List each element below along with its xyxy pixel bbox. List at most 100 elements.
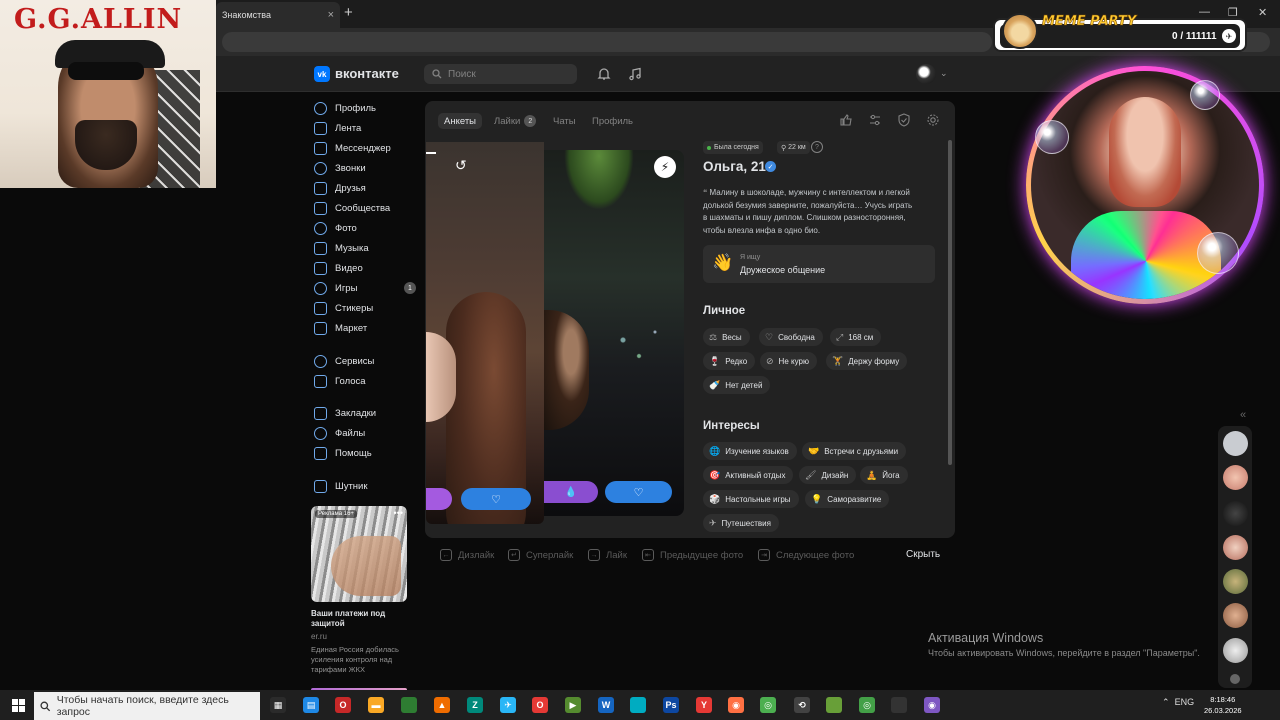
address-field[interactable] <box>222 32 992 52</box>
photoshop-icon[interactable]: Ps <box>663 697 679 713</box>
app-icon[interactable]: ▶ <box>565 697 581 713</box>
tab-profiles[interactable]: Анкеты <box>438 113 482 129</box>
sidebar-item-friends[interactable]: Друзья <box>314 178 366 198</box>
word-icon[interactable]: W <box>598 697 614 713</box>
profile-card-previous[interactable] <box>426 142 544 524</box>
music-player-icon[interactable] <box>628 67 642 81</box>
friend-avatar[interactable] <box>1223 535 1248 560</box>
sidebar-item-video[interactable]: Видео <box>314 258 363 278</box>
notifications-bell-icon[interactable] <box>597 67 611 81</box>
windows-start-icon[interactable] <box>12 699 25 712</box>
opera-icon[interactable]: O <box>335 697 351 713</box>
language-indicator[interactable]: ⌃ ENG <box>1162 697 1194 708</box>
sidebar-item-phone[interactable]: Звонки <box>314 158 366 178</box>
filters-icon[interactable] <box>868 113 882 127</box>
like-button[interactable]: ♡ <box>461 488 531 510</box>
sidebar-item-files[interactable]: Файлы <box>314 423 365 443</box>
yandex-icon[interactable]: Y <box>696 697 712 713</box>
up-chevron-icon[interactable]: ⌃ <box>1162 697 1170 707</box>
tag-chip: 🖌 Дизайн <box>799 466 857 484</box>
bubble-decoration <box>1035 120 1069 154</box>
friend-avatar[interactable] <box>1223 431 1248 456</box>
boost-bolt-icon[interactable]: ⚡ <box>654 156 676 178</box>
shield-check-icon[interactable] <box>897 113 911 127</box>
ad-url[interactable]: er.ru <box>311 632 327 641</box>
ad-menu-icon[interactable]: ••• <box>394 508 403 518</box>
hide-hints-button[interactable]: Скрыть <box>906 549 940 560</box>
settings-gear-icon[interactable] <box>926 113 940 127</box>
tag-chip: ⚖ Весы <box>703 328 750 346</box>
like-button-card[interactable]: ♡ <box>605 481 672 503</box>
sidebar-item-label: Помощь <box>335 447 372 459</box>
chevron-down-icon[interactable]: ⌄ <box>940 68 948 79</box>
tag-icon: 🤝 <box>808 445 820 456</box>
browser-tab[interactable]: Знакомства × <box>216 2 340 28</box>
app-icon[interactable] <box>401 697 417 713</box>
app-icon[interactable] <box>891 697 907 713</box>
chrome-icon[interactable]: ◎ <box>760 697 776 713</box>
vk-brand-name[interactable]: вконтакте <box>335 66 399 81</box>
ad-title[interactable]: Ваши платежи под защитой <box>311 609 411 629</box>
bio-text: Малину в шоколаде, мужчину с интеллектом… <box>703 188 913 235</box>
user-avatar[interactable] <box>916 64 936 84</box>
minimize-button[interactable]: — <box>1199 6 1210 18</box>
tab-chats[interactable]: Чаты <box>553 113 576 129</box>
chrome-icon[interactable]: ◎ <box>859 697 875 713</box>
app-icon[interactable] <box>826 697 842 713</box>
sidebar-item-chat[interactable]: Мессенджер <box>314 138 391 158</box>
app-icon[interactable] <box>630 697 646 713</box>
sidebar-item-services[interactable]: Сервисы <box>314 351 374 371</box>
discord-icon[interactable]: ◉ <box>924 697 940 713</box>
app-icon[interactable]: ⟲ <box>794 697 810 713</box>
superlike-button-partial[interactable] <box>426 488 452 510</box>
close-window-button[interactable]: ✕ <box>1258 6 1267 19</box>
sidebar-item-groups[interactable]: Сообщества <box>314 198 390 218</box>
games-count-badge: 1 <box>404 282 416 294</box>
sidebar-item-feed[interactable]: Лента <box>314 118 361 138</box>
sidebar-item-user-circle[interactable]: Профиль <box>314 98 376 118</box>
task-view-icon[interactable]: ▦ <box>270 697 286 713</box>
panel-scrollbar[interactable] <box>948 140 952 465</box>
new-tab-button[interactable]: + <box>344 4 353 21</box>
sidebar-item-games[interactable]: Игры <box>314 278 357 298</box>
tab-profile[interactable]: Профиль <box>592 113 633 129</box>
feed-icon <box>314 121 327 135</box>
app-icon[interactable]: Z <box>467 697 483 713</box>
profile-card-photo[interactable] <box>544 150 684 516</box>
superlike-button[interactable]: 💧 <box>544 481 598 503</box>
sidebar-item-help[interactable]: Помощь <box>314 443 372 463</box>
vlc-icon[interactable]: ▲ <box>434 697 450 713</box>
ad-image[interactable]: Реклама 16+ ••• <box>311 506 407 602</box>
search-input[interactable]: Поиск <box>424 64 577 84</box>
friend-avatar[interactable] <box>1223 638 1248 663</box>
sidebar-item-community[interactable]: Шутник <box>314 476 368 496</box>
telegram-icon[interactable]: ✈ <box>500 697 516 713</box>
friend-avatar[interactable] <box>1223 569 1248 594</box>
firefox-icon[interactable]: ◉ <box>728 697 744 713</box>
friend-avatar[interactable] <box>1223 603 1248 628</box>
thumbs-up-icon[interactable] <box>839 113 853 127</box>
explorer-app-icon[interactable]: ▤ <box>303 697 319 713</box>
undo-icon[interactable]: ↺ <box>455 157 467 174</box>
sidebar-item-bookmark[interactable]: Закладки <box>314 403 376 423</box>
chat-bubble-icon[interactable] <box>1230 674 1240 684</box>
taskbar-search-input[interactable]: Чтобы начать поиск, введите здесь запрос <box>34 692 260 720</box>
opera-gx-icon[interactable]: O <box>532 697 548 713</box>
friend-avatar[interactable] <box>1223 465 1248 490</box>
tag-label: Изучение языков <box>725 446 789 456</box>
vk-logo-icon[interactable]: vk <box>314 66 330 82</box>
taskbar-clock[interactable]: 8:18:46 26.03.2026 <box>1204 694 1242 716</box>
friend-avatar[interactable] <box>1223 501 1248 526</box>
tag-icon: ⤢ <box>836 331 844 342</box>
tab-likes[interactable]: Лайки 2 <box>494 113 537 129</box>
sidebar-item-stickers[interactable]: Стикеры <box>314 298 373 318</box>
tab-close-icon[interactable]: × <box>328 9 334 21</box>
file-explorer-icon[interactable]: ▬ <box>368 697 384 713</box>
sidebar-item-votes[interactable]: Голоса <box>314 371 366 391</box>
help-icon[interactable]: ? <box>811 141 823 153</box>
sidebar-item-photo[interactable]: Фото <box>314 218 357 238</box>
distance-text: 22 км <box>788 144 806 151</box>
collapse-chevron-icon[interactable]: « <box>1240 409 1246 421</box>
sidebar-item-music[interactable]: Музыка <box>314 238 369 258</box>
sidebar-item-market[interactable]: Маркет <box>314 318 367 338</box>
